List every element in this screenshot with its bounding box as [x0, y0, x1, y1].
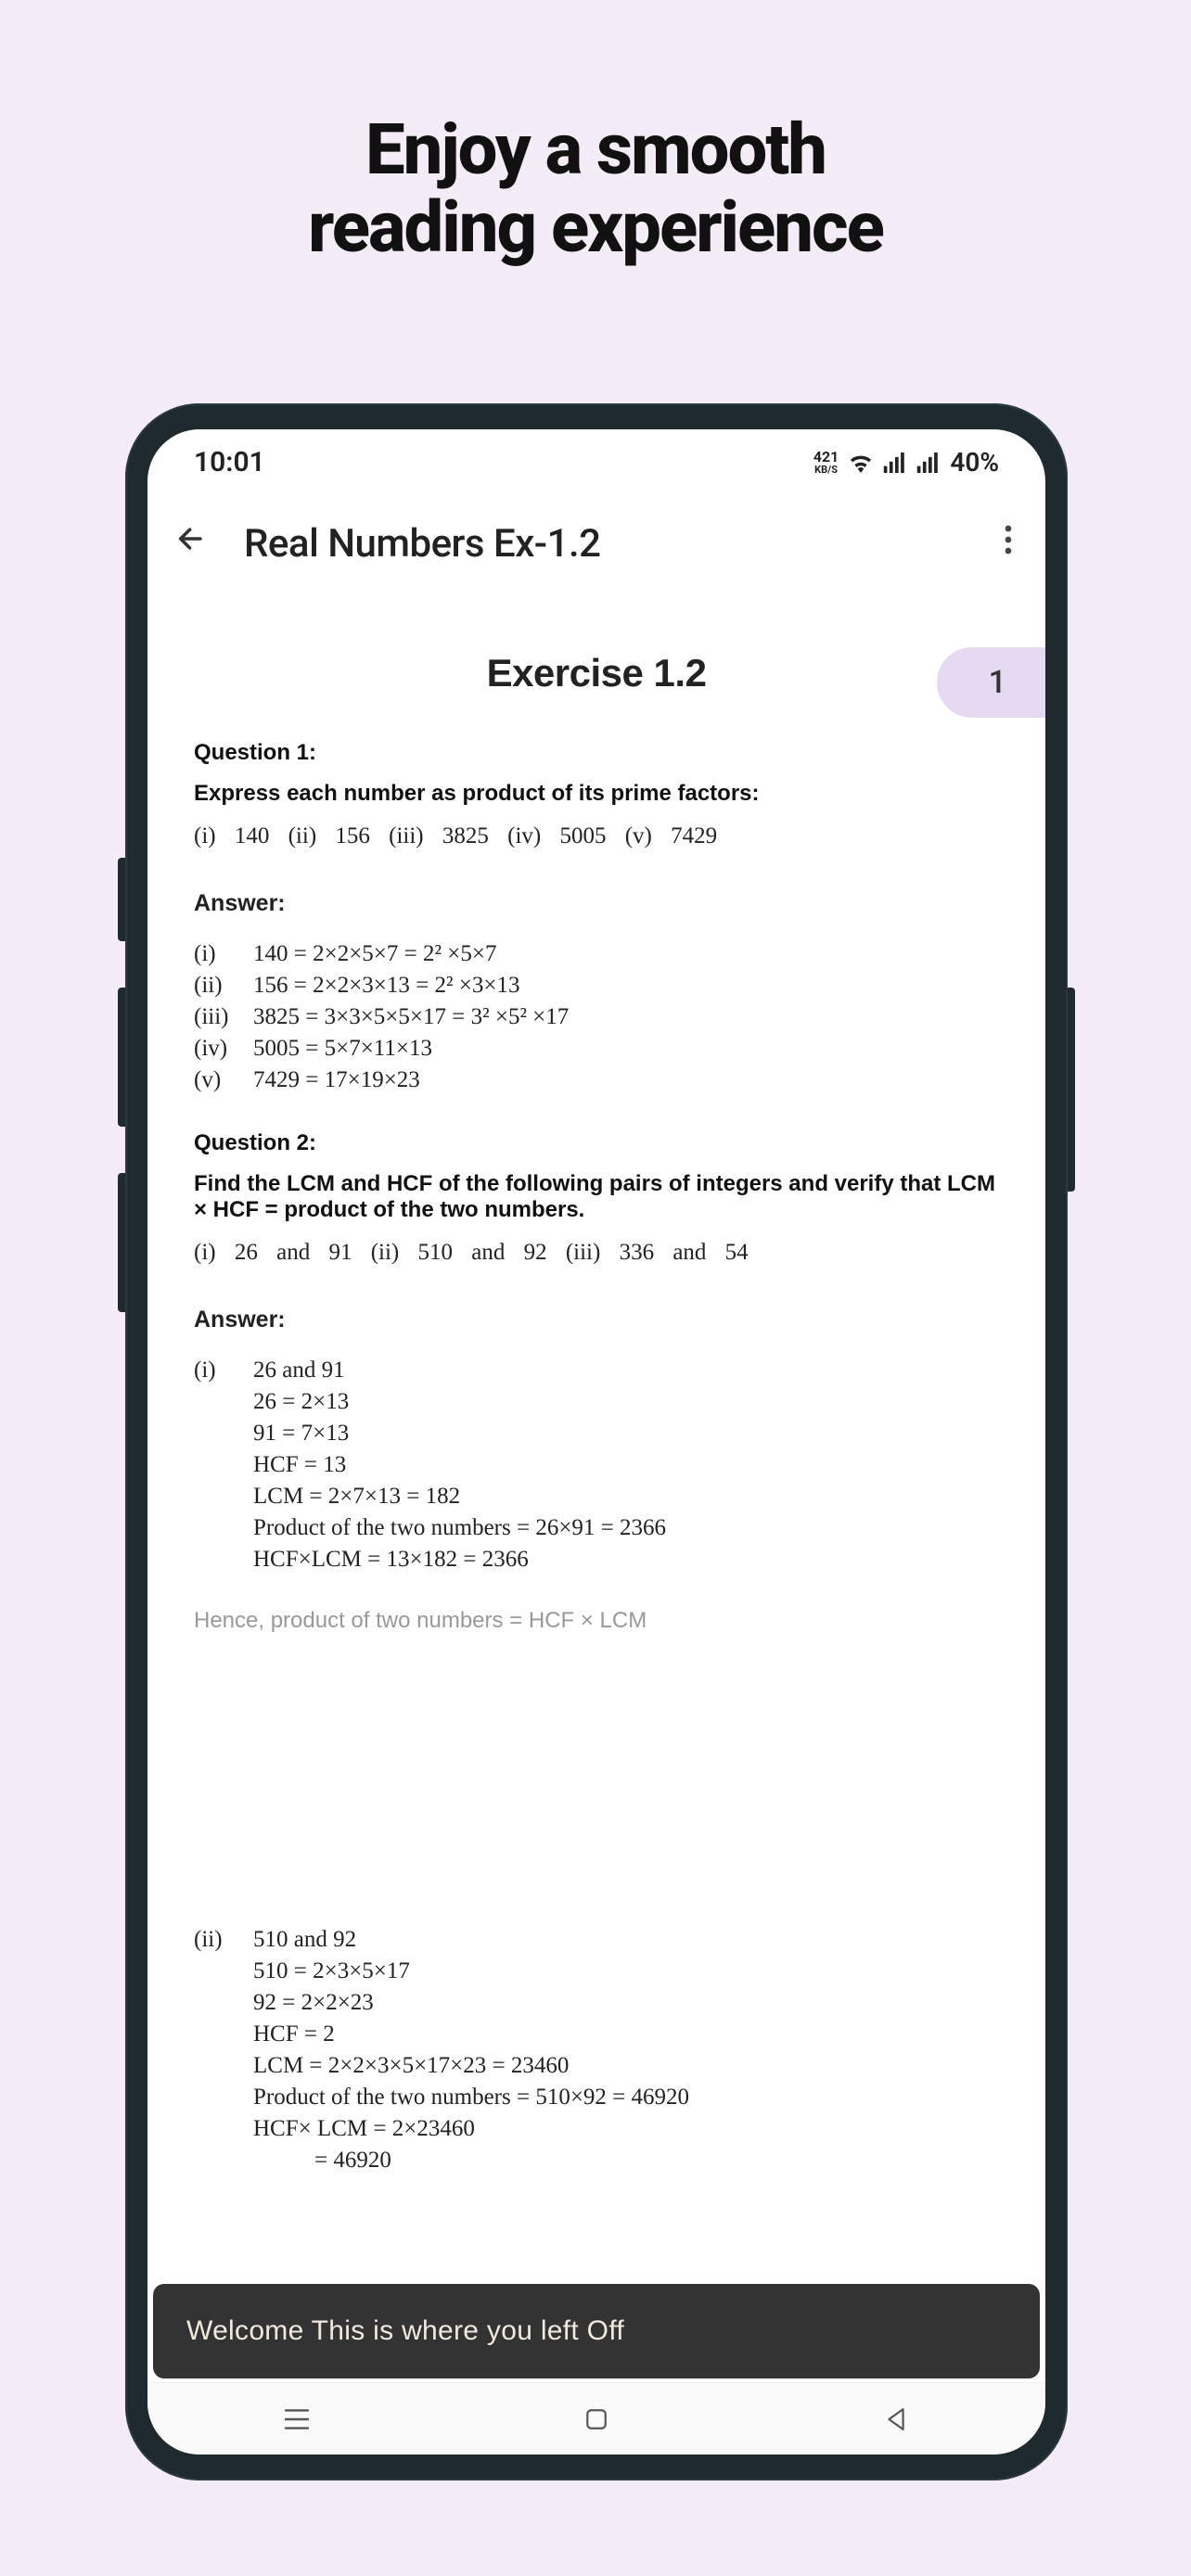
more-options-button[interactable]	[990, 519, 1027, 568]
phone-side-button-right	[1068, 988, 1075, 1192]
status-bar: 10:01 421 KB/S 40%	[147, 429, 1045, 488]
answer-2-ii-l5: Product of the two numbers = 510×92 = 46…	[253, 2085, 999, 2111]
answer-2-i-l3: HCF = 13	[253, 1452, 999, 1478]
hence-note: Hence, product of two numbers = HCF × LC…	[194, 1608, 999, 1634]
answer-1-ii: (ii)156 = 2×2×3×13 = 2² ×3×13	[194, 973, 999, 999]
answer-1-iii: (iii)3825 = 3×3×5×5×17 = 3² ×5² ×17	[194, 1004, 999, 1030]
promo-line2: reading experience	[308, 185, 883, 269]
battery-text: 40%	[950, 447, 999, 478]
answer-2-i-head: (i)26 and 91	[194, 1358, 999, 1384]
promo-line1: Enjoy a smooth	[365, 108, 826, 191]
answer-1-iv: (iv)5005 = 5×7×11×13	[194, 1036, 999, 1062]
promo-title: Enjoy a smooth reading experience	[0, 0, 1191, 266]
answer-2-ii-l7: = 46920	[314, 2148, 999, 2174]
signal-icon	[883, 453, 907, 473]
kbs-value: 421	[813, 450, 839, 465]
question-2-label: Question 2:	[194, 1130, 999, 1156]
answer-2-ii-l4: LCM = 2×2×3×5×17×23 = 23460	[253, 2053, 999, 2079]
question-2-items: (i) 26 and 91 (ii) 510 and 92 (iii) 336 …	[194, 1240, 999, 1266]
answer-2-ii-l3: HCF = 2	[253, 2021, 999, 2047]
question-1-text: Express each number as product of its pr…	[194, 781, 999, 807]
answer-2-ii-l2: 92 = 2×2×23	[253, 1990, 999, 2016]
wifi-icon	[848, 453, 874, 473]
answer-2-i-l5: Product of the two numbers = 26×91 = 236…	[253, 1515, 999, 1541]
question-1-label: Question 1:	[194, 740, 999, 766]
answer-2-label: Answer:	[194, 1307, 999, 1333]
home-button[interactable]	[522, 2396, 671, 2442]
back-nav-button[interactable]	[822, 2396, 970, 2442]
status-time: 10:01	[194, 446, 265, 478]
back-button[interactable]	[166, 517, 216, 569]
answer-1-label: Answer:	[194, 890, 999, 917]
recent-apps-button[interactable]	[223, 2396, 371, 2442]
app-title: Real Numbers Ex-1.2	[244, 521, 962, 567]
answer-2-i-l4: LCM = 2×7×13 = 182	[253, 1484, 999, 1510]
phone-frame: 10:01 421 KB/S 40%	[125, 403, 1068, 2480]
answer-2-ii-l1: 510 = 2×3×5×17	[253, 1958, 999, 1984]
welcome-toast: Welcome This is where you left Off	[153, 2284, 1040, 2378]
app-bar: Real Numbers Ex-1.2	[147, 488, 1045, 597]
phone-screen: 10:01 421 KB/S 40%	[147, 429, 1045, 2455]
signal-icon-2	[916, 453, 941, 473]
answer-2-i-l1: 26 = 2×13	[253, 1389, 999, 1415]
answer-1-i: (i)140 = 2×2×5×7 = 2² ×5×7	[194, 941, 999, 967]
answer-2-i-l6: HCF×LCM = 13×182 = 2366	[253, 1547, 999, 1573]
answer-2-ii-l6: HCF× LCM = 2×23460	[253, 2116, 999, 2142]
status-right: 421 KB/S 40%	[813, 447, 999, 478]
phone-side-buttons-left	[118, 858, 125, 941]
network-speed: 421 KB/S	[813, 450, 839, 475]
answer-1-v: (v)7429 = 17×19×23	[194, 1067, 999, 1093]
system-nav-bar	[147, 2382, 1045, 2455]
exercise-title: Exercise 1.2	[194, 651, 999, 695]
document-content[interactable]: Exercise 1.2 Question 1: Express each nu…	[147, 597, 1045, 2455]
answer-2-i-l2: 91 = 7×13	[253, 1421, 999, 1447]
kbs-unit: KB/S	[813, 465, 839, 475]
question-2-text: Find the LCM and HCF of the following pa…	[194, 1171, 999, 1223]
answer-2-ii-head: (ii)510 and 92	[194, 1927, 999, 1953]
question-1-items: (i) 140 (ii) 156 (iii) 3825 (iv) 5005 (v…	[194, 823, 999, 849]
